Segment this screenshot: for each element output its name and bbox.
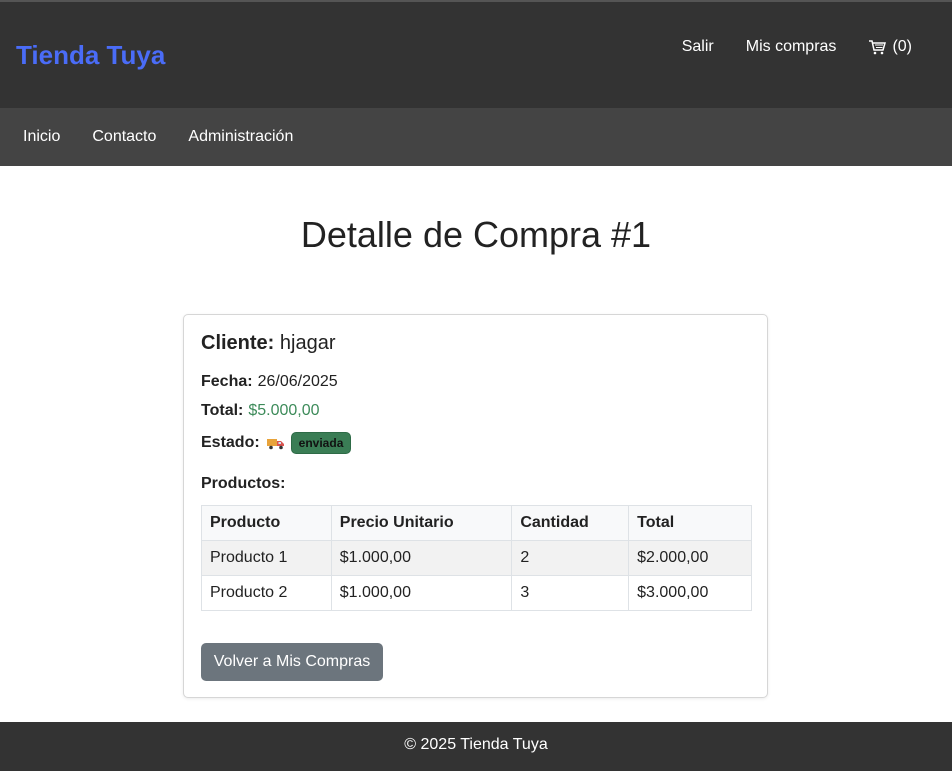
- table-cell: $1.000,00: [330, 575, 513, 611]
- total-value: $5.000,00: [248, 402, 320, 419]
- site-header: Tienda Tuya Salir Mis compras (0): [0, 2, 952, 108]
- order-detail-card: Cliente: hjagar Fecha: 26/06/2025 Total:…: [183, 314, 768, 698]
- total-label: Total:: [201, 402, 244, 419]
- status-badge: enviada: [290, 432, 352, 454]
- client-line: Cliente: hjagar: [201, 332, 336, 355]
- truck-icon: [266, 439, 284, 450]
- column-header-precio-unitario: Precio Unitario: [330, 505, 513, 541]
- table-header-row: Producto Precio Unitario Cantidad Total: [201, 505, 752, 541]
- date-line: Fecha: 26/06/2025: [201, 373, 338, 391]
- status-label: Estado:: [201, 434, 260, 451]
- status-line: Estado: enviada: [201, 432, 352, 454]
- column-header-producto: Producto: [201, 505, 332, 541]
- products-table: Producto Precio Unitario Cantidad Total …: [201, 505, 752, 611]
- nav-item-administracion[interactable]: Administración: [172, 128, 309, 146]
- table-cell: $3.000,00: [628, 575, 752, 611]
- back-to-purchases-button[interactable]: Volver a Mis Compras: [201, 643, 383, 681]
- table-cell: $2.000,00: [628, 540, 752, 576]
- table-row: Producto 1 $1.000,00 2 $2.000,00: [201, 540, 752, 576]
- column-header-cantidad: Cantidad: [511, 505, 630, 541]
- table-cell: $1.000,00: [330, 540, 513, 576]
- page-title: Detalle de Compra #1: [300, 214, 652, 255]
- table-cell: Producto 2: [201, 575, 332, 611]
- cart-link[interactable]: (0): [868, 38, 912, 56]
- products-label: Productos:: [201, 475, 286, 492]
- client-name: hjagar: [279, 332, 336, 354]
- site-footer: © 2025 Tienda Tuya: [0, 722, 952, 771]
- table-cell: Producto 1: [201, 540, 332, 576]
- table-cell: 2: [511, 540, 630, 576]
- table-cell: 3: [511, 575, 630, 611]
- main-nav: Inicio Contacto Administración: [0, 108, 952, 166]
- logout-link[interactable]: Salir: [682, 38, 714, 56]
- cart-count: (0): [892, 38, 912, 55]
- date-label: Fecha:: [201, 373, 253, 390]
- date-value: 26/06/2025: [257, 373, 338, 390]
- table-row: Producto 2 $1.000,00 3 $3.000,00: [201, 575, 752, 611]
- my-purchases-link[interactable]: Mis compras: [746, 38, 837, 56]
- nav-item-inicio[interactable]: Inicio: [7, 128, 76, 146]
- total-line: Total: $5.000,00: [201, 402, 320, 420]
- header-links: Salir Mis compras (0): [650, 38, 912, 56]
- brand-logo[interactable]: Tienda Tuya: [16, 40, 165, 71]
- client-label: Cliente:: [201, 332, 275, 354]
- column-header-total: Total: [628, 505, 752, 541]
- nav-item-contacto[interactable]: Contacto: [76, 128, 172, 146]
- cart-icon: [869, 40, 887, 55]
